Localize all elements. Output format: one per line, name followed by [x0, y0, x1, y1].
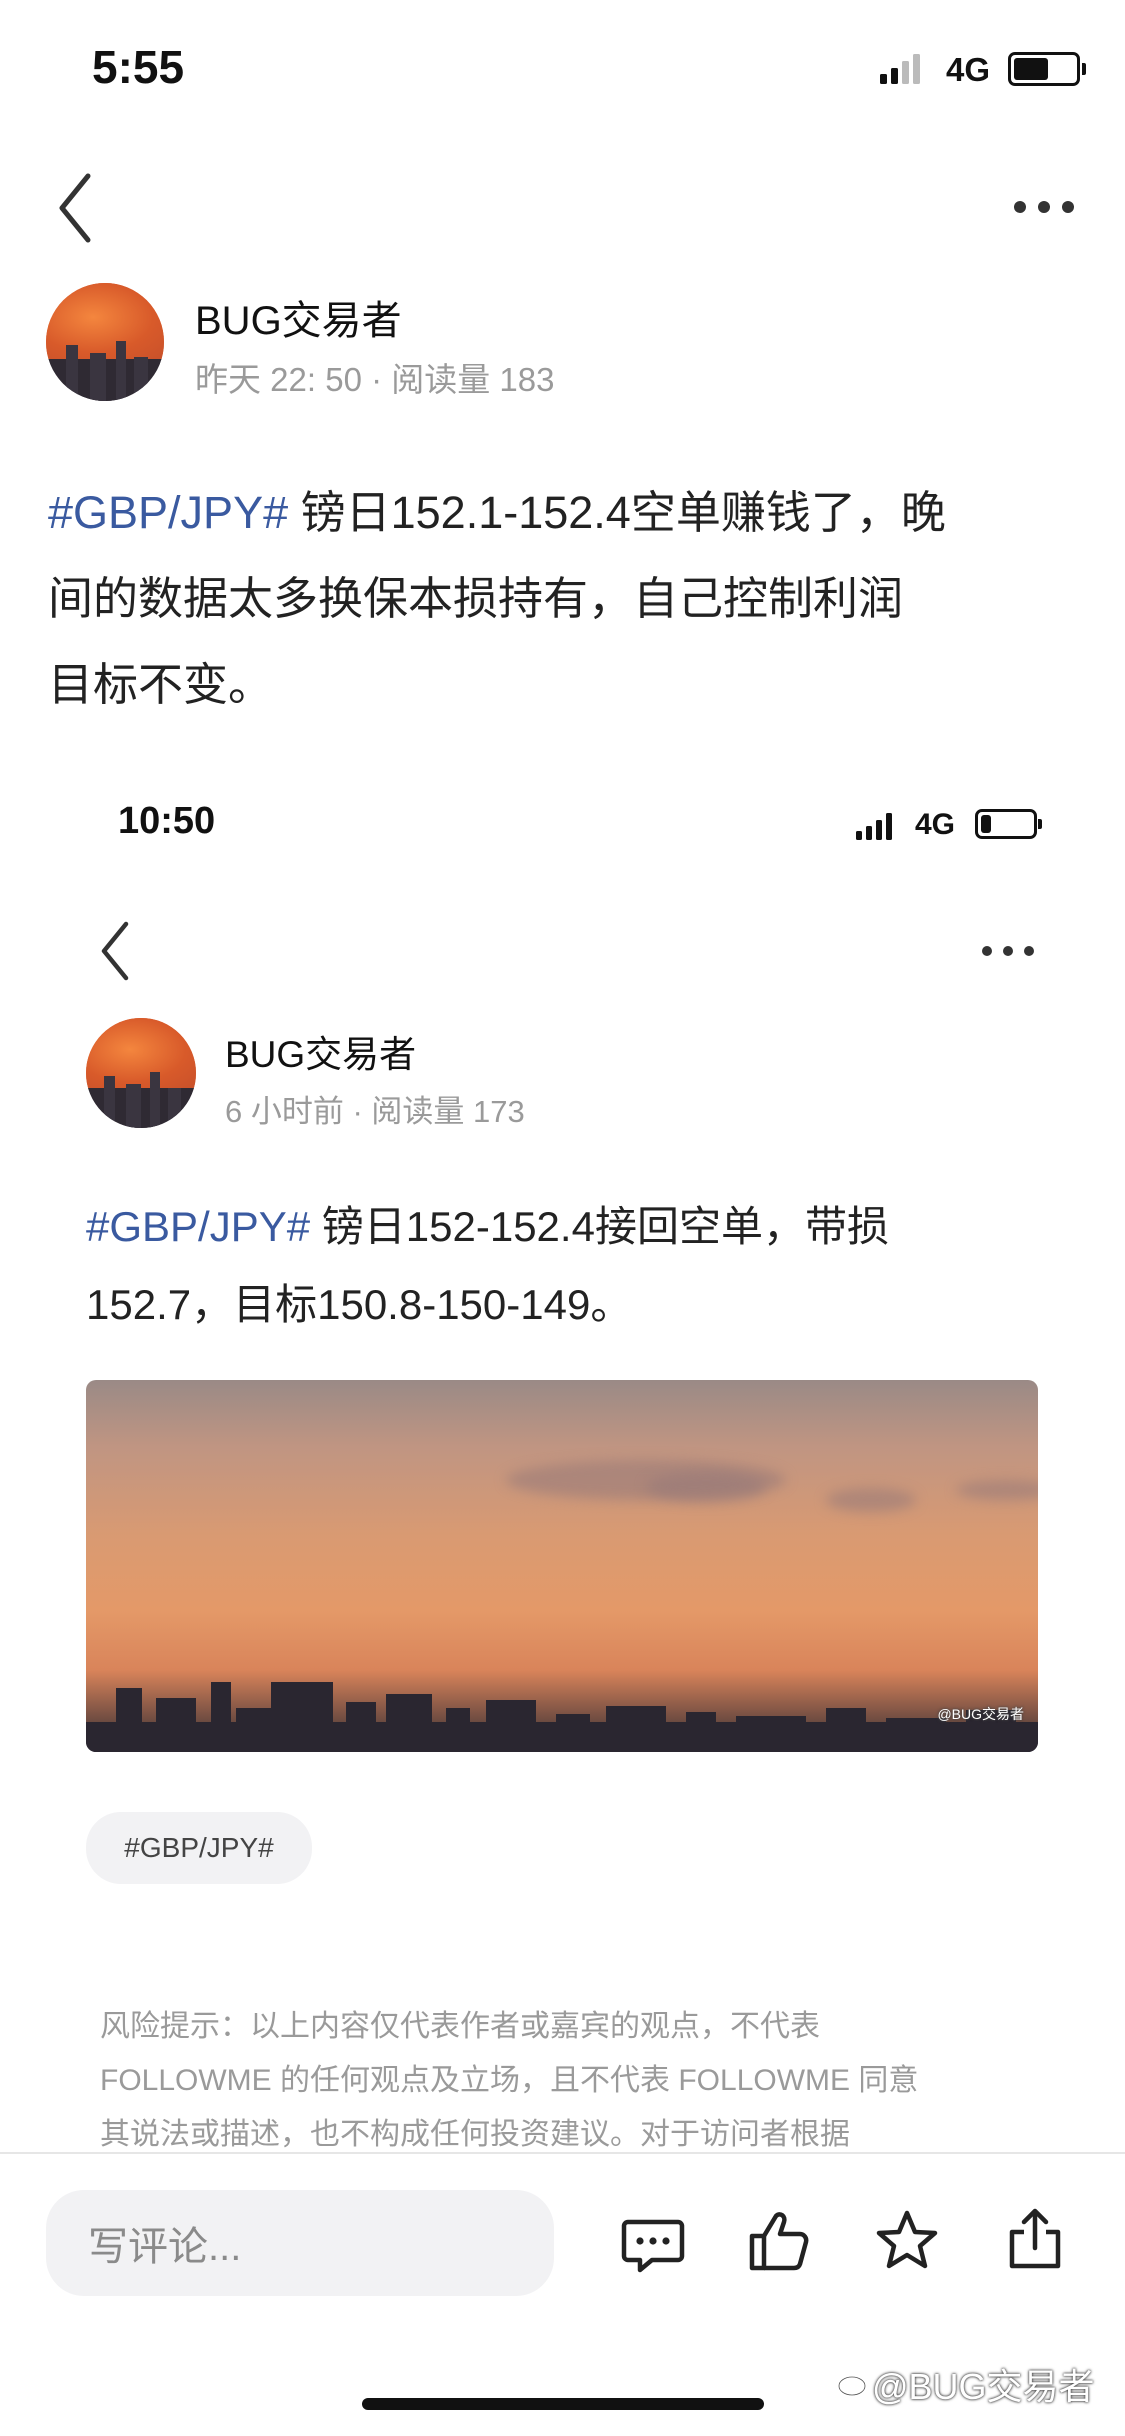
avatar[interactable] — [46, 283, 164, 401]
embedded-more-dots-icon — [982, 946, 992, 956]
embedded-network-label: 4G — [915, 808, 956, 841]
post-body: #GBP/JPY# 镑日152.1-152.4空单赚钱了，晚 间的数据太多换保本… — [48, 470, 1088, 728]
back-button[interactable] — [48, 168, 108, 248]
post-line-1: 镑日152.1-152.4空单赚钱了，晚 — [288, 487, 946, 538]
embedded-post-line-1: 镑日152-152.4接回空单，带损 — [310, 1203, 889, 1250]
favorite-star-icon — [876, 2210, 938, 2269]
disclaimer-line-2: FOLLOWME 的任何观点及立场，且不代表 FOLLOWME 同意 — [100, 2064, 919, 2097]
comment-button[interactable] — [620, 2210, 686, 2276]
embedded-hashtag: #GBP/JPY# — [86, 1203, 311, 1250]
weibo-watermark: @BUG交易者 — [872, 2366, 1095, 2407]
share-button[interactable] — [1002, 2206, 1068, 2272]
post-line-2: 间的数据太多换保本损持有，自己控制利润 — [48, 573, 904, 624]
author-name[interactable]: BUG交易者 — [195, 288, 402, 346]
hashtag-link[interactable]: #GBP/JPY# — [48, 487, 288, 538]
post-meta: 昨天 22: 50 · 阅读量 183 — [195, 361, 555, 398]
like-icon — [749, 2212, 809, 2271]
embedded-post-line-2: 152.7，目标150.8-150-149。 — [86, 1281, 633, 1328]
post-image: @BUG交易者 — [86, 1380, 1038, 1752]
embedded-more-button — [982, 943, 1052, 956]
embedded-status-time: 10:50 — [118, 800, 216, 842]
network-label: 4G — [946, 51, 991, 88]
home-indicator — [362, 2398, 764, 2410]
image-watermark: @BUG交易者 — [937, 1706, 1024, 1722]
post-line-3: 目标不变。 — [48, 659, 274, 710]
back-chevron-icon — [59, 173, 91, 243]
embedded-post-body: #GBP/JPY# 镑日152-152.4接回空单，带损 152.7，目标150… — [86, 1188, 1046, 1344]
embedded-back-button — [92, 918, 142, 984]
embedded-avatar — [86, 1018, 196, 1128]
status-time: 5:55 — [92, 41, 185, 93]
weibo-logo-icon — [836, 2364, 872, 2400]
comment-placeholder: 写评论... — [88, 2225, 242, 2269]
like-button[interactable] — [746, 2208, 812, 2274]
embedded-signal-icon — [856, 812, 902, 840]
risk-disclaimer: 风险提示：以上内容仅代表作者或嘉宾的观点，不代表 FOLLOWME 的任何观点及… — [100, 2000, 1060, 2162]
disclaimer-line-1: 风险提示：以上内容仅代表作者或嘉宾的观点，不代表 — [100, 2010, 820, 2043]
more-button[interactable] — [1014, 200, 1094, 214]
embedded-post-meta: 6 小时前 · 阅读量 173 — [225, 1094, 525, 1129]
comment-input[interactable]: 写评论... — [46, 2190, 554, 2296]
bottom-bar-divider — [0, 2152, 1125, 2154]
share-icon — [1009, 2208, 1061, 2269]
signal-icon — [880, 52, 934, 84]
comment-icon — [621, 2219, 685, 2273]
battery-icon — [1008, 52, 1086, 86]
embedded-back-chevron-icon — [101, 921, 129, 981]
tag-chip: #GBP/JPY# — [86, 1812, 312, 1884]
embedded-battery-icon — [975, 809, 1042, 839]
favorite-button[interactable] — [874, 2208, 940, 2274]
embedded-author-name: BUG交易者 — [225, 1034, 417, 1075]
more-dots-icon — [1014, 201, 1026, 213]
